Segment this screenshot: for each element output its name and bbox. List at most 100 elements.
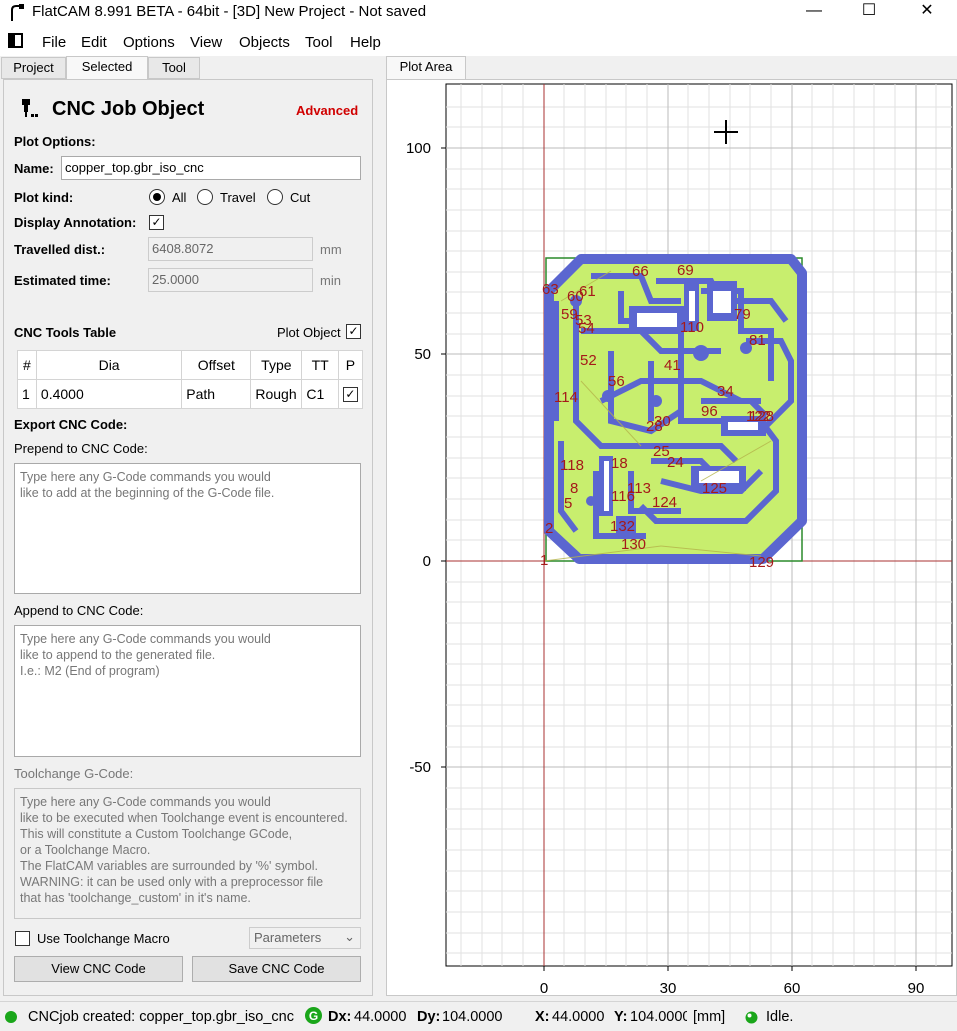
dy-label: Dy: <box>417 1009 441 1025</box>
plot-kind-cut-radio[interactable] <box>267 189 283 205</box>
sidebar-toggle-icon[interactable] <box>8 33 23 48</box>
title-bar: FlatCAM 8.991 BETA - 64bit - [3D] New Pr… <box>0 0 957 28</box>
annotation-label: 25 <box>653 443 670 460</box>
annotation-label: 54 <box>578 320 595 337</box>
use-toolchange-macro-checkbox[interactable] <box>15 931 30 946</box>
y-tick-label: 0 <box>423 553 431 570</box>
append-textarea[interactable]: Type here any G-Code commands you would … <box>14 625 361 757</box>
menu-help[interactable]: Help <box>350 34 381 51</box>
panel-title: CNC Job Object <box>52 98 205 120</box>
plot-object-label: Plot Object <box>277 325 341 340</box>
plot-area[interactable]: 100 50 0 -50 0 30 60 90 1 2 5 8 18 24 25… <box>386 79 957 997</box>
menu-edit[interactable]: Edit <box>81 34 107 51</box>
name-input[interactable]: copper_top.gbr_iso_cnc <box>61 156 361 180</box>
window-title: FlatCAM 8.991 BETA - 64bit - [3D] New Pr… <box>32 3 427 20</box>
advanced-label: Advanced <box>296 103 359 118</box>
annotation-label: 52 <box>580 352 597 369</box>
plot-kind-label: Plot kind: <box>14 190 74 205</box>
menu-bar: File Edit Options View Objects Tool Help <box>0 28 957 56</box>
estimated-time-unit: min <box>320 273 341 288</box>
annotation-label: 8 <box>570 480 578 497</box>
annotation-label: 18 <box>611 455 628 472</box>
table-cell-type: Rough <box>250 379 303 409</box>
menu-options[interactable]: Options <box>123 34 175 51</box>
table-cell-tt: C1 <box>301 379 339 409</box>
annotation-label: 118 <box>560 457 584 474</box>
display-annotation-checkbox[interactable]: ✓ <box>149 215 164 230</box>
x-label: X: <box>535 1009 550 1025</box>
status-state: Idle. <box>766 1009 794 1025</box>
units-label: [mm] <box>693 1009 726 1025</box>
maximize-button[interactable]: ☐ <box>846 0 892 24</box>
flatcam-logo-icon <box>11 4 24 21</box>
annotation-label: 30 <box>654 413 671 430</box>
table-header[interactable]: # <box>17 350 37 380</box>
toolchange-textarea[interactable]: Type here any G-Code commands you would … <box>14 788 361 919</box>
chevron-down-icon: ⌄ <box>344 929 355 944</box>
svg-text:G: G <box>309 1009 318 1023</box>
pcb-geometry: 1 2 5 8 18 24 25 28 30 34 41 52 53 54 56… <box>540 254 807 571</box>
annotation-label: 1 <box>540 552 548 569</box>
annotation-label: 69 <box>677 262 694 279</box>
status-bar: CNCjob created: copper_top.gbr_iso_cnc G… <box>0 1001 957 1031</box>
status-message: CNCjob created: copper_top.gbr_iso_cnc <box>28 1009 294 1025</box>
table-header[interactable]: TT <box>301 350 339 380</box>
tab-tool[interactable]: Tool <box>148 57 200 79</box>
annotation-label: 132 <box>610 518 635 535</box>
export-cnc-label: Export CNC Code: <box>14 417 128 432</box>
x-tick-label: 30 <box>660 980 677 995</box>
table-header[interactable]: P <box>337 350 364 380</box>
status-ok-icon <box>5 1011 17 1023</box>
cnc-tools-table: # Dia Offset Type TT P 1 0.4000 Path Rou… <box>17 350 364 409</box>
table-cell-plot: ✓ <box>337 379 364 409</box>
x-value: 44.0000 <box>552 1009 605 1025</box>
plot-object-checkbox[interactable]: ✓ <box>346 324 361 339</box>
table-cell-offset: Path <box>181 379 252 409</box>
y-tick-label: -50 <box>409 759 431 776</box>
prepend-label: Prepend to CNC Code: <box>14 441 148 456</box>
annotation-label: 130 <box>621 536 646 553</box>
menu-view[interactable]: View <box>190 34 222 51</box>
activity-icon <box>745 1011 758 1024</box>
plot-canvas[interactable]: 100 50 0 -50 0 30 60 90 1 2 5 8 18 24 25… <box>387 80 956 997</box>
menu-tool[interactable]: Tool <box>305 34 333 51</box>
table-cell-dia[interactable]: 0.4000 <box>35 379 183 409</box>
plot-kind-travel-radio[interactable] <box>197 189 213 205</box>
table-header[interactable]: Type <box>250 350 303 380</box>
travelled-dist-label: Travelled dist.: <box>14 242 106 257</box>
annotation-label: 124 <box>652 494 677 511</box>
table-header[interactable]: Dia <box>35 350 183 380</box>
plot-options-label: Plot Options: <box>14 134 96 149</box>
tab-selected[interactable]: Selected <box>66 56 148 79</box>
tab-plot-area[interactable]: Plot Area <box>386 56 466 79</box>
parameters-dropdown[interactable]: Parameters ⌄ <box>249 927 361 949</box>
plot-kind-travel-label: Travel <box>220 190 256 205</box>
tab-project[interactable]: Project <box>1 57 66 79</box>
close-button[interactable]: ✕ <box>904 0 950 24</box>
menu-file[interactable]: File <box>42 34 66 51</box>
table-row[interactable]: 1 0.4000 Path Rough C1 ✓ <box>17 379 364 409</box>
annotation-label: 79 <box>734 306 751 323</box>
view-cnc-code-button[interactable]: View CNC Code <box>14 956 183 982</box>
prepend-textarea[interactable]: Type here any G-Code commands you would … <box>14 463 361 594</box>
table-header-row: # Dia Offset Type TT P <box>17 350 364 380</box>
name-label: Name: <box>14 161 54 176</box>
selected-properties-panel: CNC Job Object Advanced Plot Options: Na… <box>3 79 373 996</box>
cnc-tools-table-label: CNC Tools Table <box>14 325 117 340</box>
save-cnc-code-button[interactable]: Save CNC Code <box>192 956 361 982</box>
travelled-dist-unit: mm <box>320 242 342 257</box>
plot-kind-all-radio[interactable] <box>149 189 165 205</box>
toolchange-label: Toolchange G-Code: <box>14 766 134 781</box>
x-tick-label: 60 <box>784 980 801 995</box>
minimize-button[interactable]: — <box>791 0 837 24</box>
annotation-label: 5 <box>564 495 572 512</box>
annotation-label: 34 <box>717 383 734 400</box>
tool-plot-checkbox[interactable]: ✓ <box>342 386 358 402</box>
annotation-label: 81 <box>749 332 766 349</box>
annotation-label: 96 <box>701 403 718 420</box>
estimated-time-label: Estimated time: <box>14 273 111 288</box>
grid-snap-icon[interactable]: G <box>305 1007 322 1024</box>
annotation-label: 129 <box>749 554 774 571</box>
menu-objects[interactable]: Objects <box>239 34 290 51</box>
table-header[interactable]: Offset <box>181 350 252 380</box>
